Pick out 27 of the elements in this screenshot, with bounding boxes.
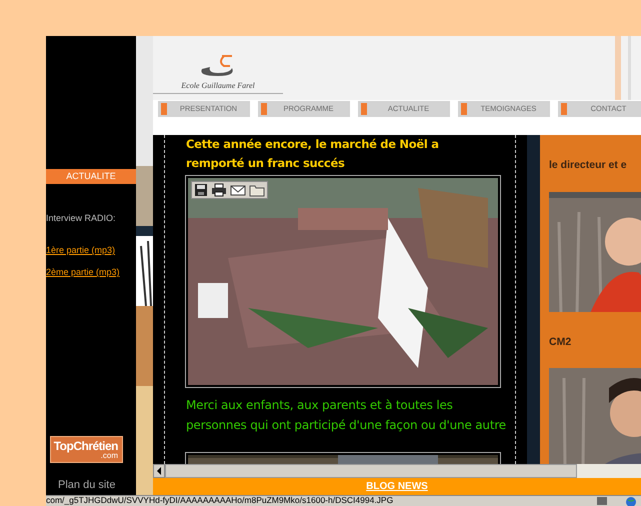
blog-news-link[interactable]: BLOG NEWS: [366, 480, 428, 492]
square-icon: [261, 103, 267, 115]
footer-link[interactable]: Plan du site: [58, 479, 116, 491]
audio-link[interactable]: 2ème partie (mp3): [46, 266, 120, 278]
print-icon[interactable]: [211, 183, 227, 197]
audio-link[interactable]: 1ère partie (mp3): [46, 244, 116, 256]
post-title: Cette année encore, le marché de Noël a remporté un franc succés: [186, 136, 440, 172]
save-icon[interactable]: [194, 183, 208, 197]
section-heading: CM2: [549, 334, 572, 350]
scroll-thumb[interactable]: [165, 464, 577, 478]
logo-drawing: Ecole Guillaume Farel: [153, 54, 283, 94]
globe-icon: [625, 496, 637, 506]
photo-caption: Merci aux enfants, aux parents et à toutes les personnes qui ont participé d'une façon ou d'une autre: [186, 397, 507, 434]
folder-icon[interactable]: [249, 183, 265, 197]
section-heading: ACTUALITE: [46, 169, 136, 184]
horizontal-scrollbar[interactable]: [153, 464, 641, 478]
sidebar-text: Interview RADIO:: [46, 212, 117, 224]
section-heading: le directeur et e: [549, 158, 628, 173]
square-icon: [461, 103, 467, 115]
scroll-left-button[interactable]: [153, 464, 165, 478]
mail-icon[interactable]: [230, 183, 246, 197]
square-icon: [361, 103, 367, 115]
square-icon: [561, 103, 567, 115]
square-icon: [161, 103, 167, 115]
left-arrow-icon: [156, 467, 162, 475]
topchretien-badge[interactable]: TopChrétien .com: [50, 436, 123, 463]
status-text: com/_g5TJHGDdwU/SVVYHd-fyDI/AAAAAAAAAHo/m8PuZM9Mko/s1600-h/DSCI4994.JPG: [46, 496, 394, 505]
